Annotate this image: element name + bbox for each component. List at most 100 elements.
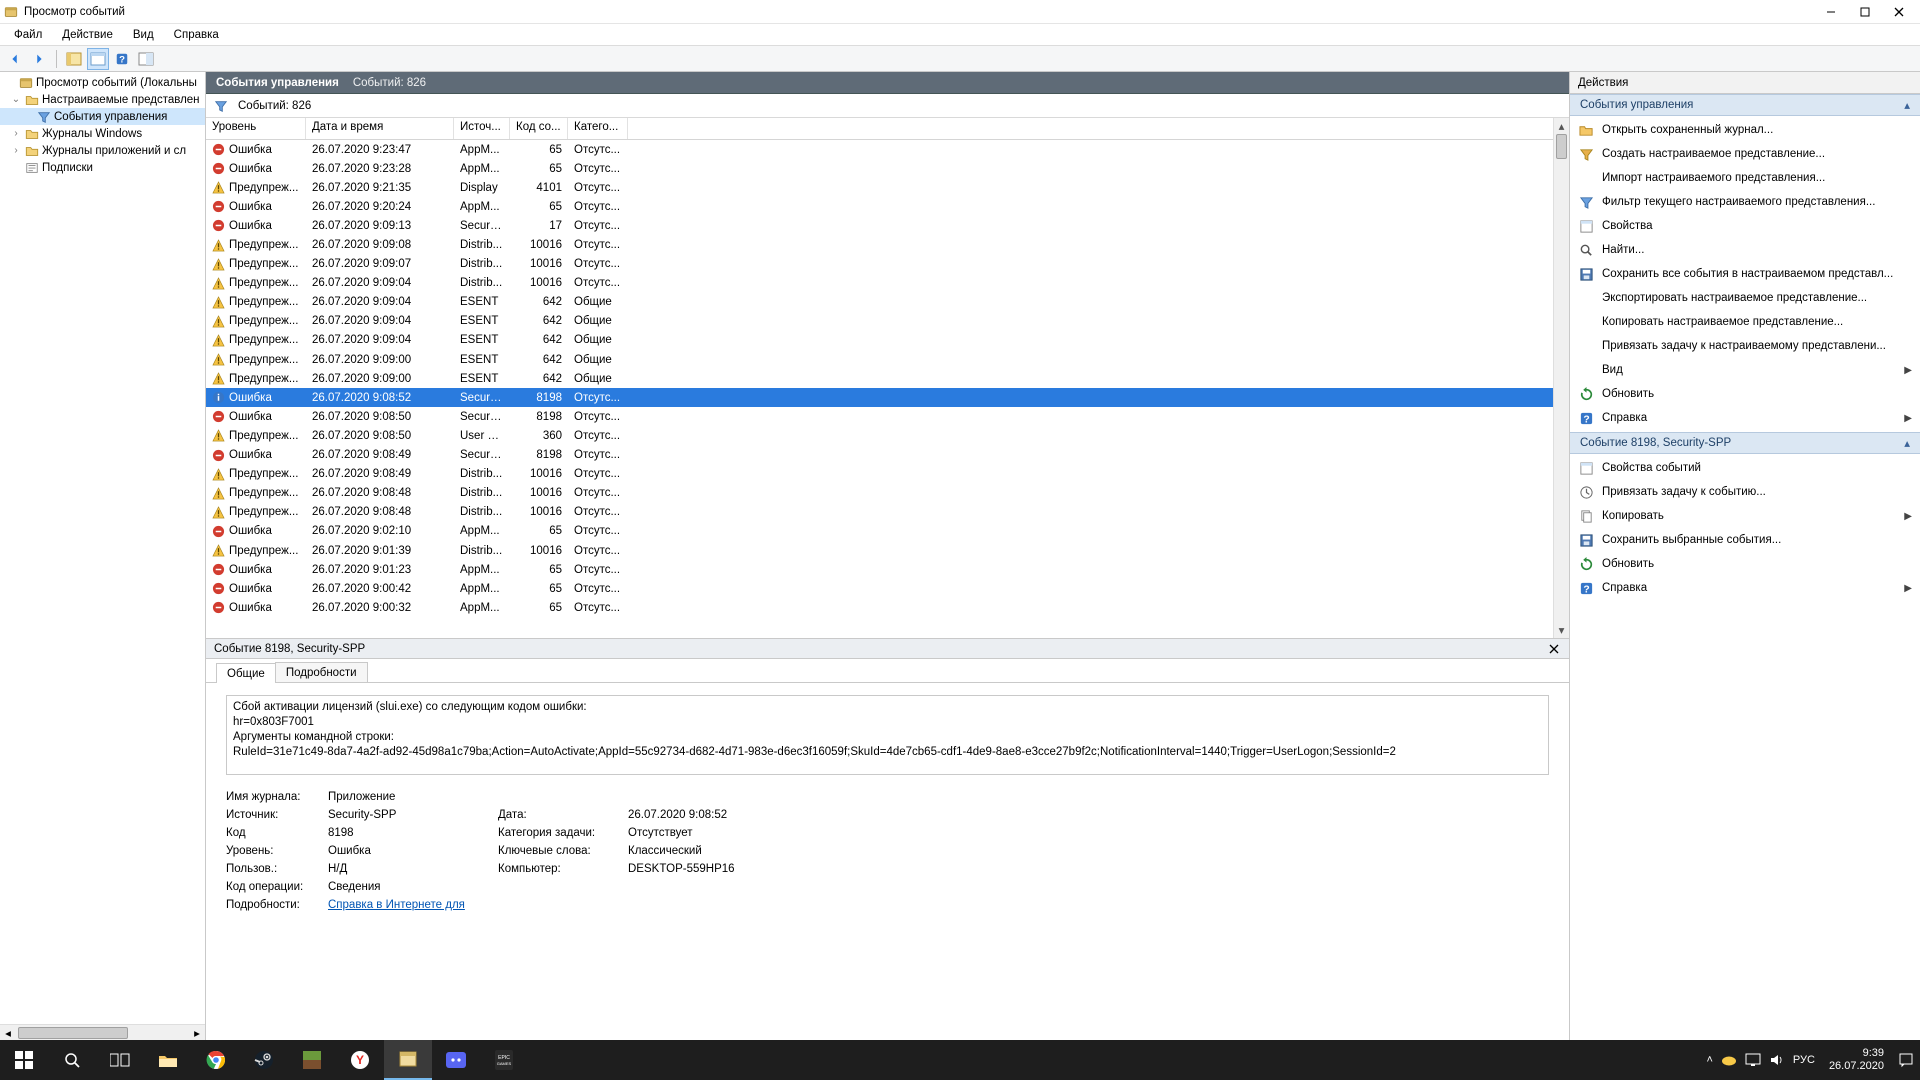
tree-admin-events[interactable]: События управления bbox=[0, 108, 205, 125]
table-row[interactable]: Предупреж...26.07.2020 9:08:48Distrib...… bbox=[206, 484, 1553, 503]
start-button[interactable] bbox=[0, 1040, 48, 1080]
detail-close-button[interactable] bbox=[1547, 642, 1561, 656]
table-row[interactable]: Предупреж...26.07.2020 9:08:49Distrib...… bbox=[206, 465, 1553, 484]
scroll-thumb[interactable] bbox=[1556, 134, 1567, 159]
twisty-icon[interactable]: › bbox=[10, 145, 22, 156]
scroll-right-button[interactable]: ▸ bbox=[189, 1026, 205, 1040]
col-source[interactable]: Источ... bbox=[454, 118, 510, 139]
action-item[interactable]: Справка▶ bbox=[1570, 406, 1920, 430]
collapse-icon[interactable]: ▴ bbox=[1904, 436, 1910, 450]
scroll-thumb[interactable] bbox=[18, 1027, 128, 1039]
table-row[interactable]: Ошибка26.07.2020 9:20:24AppM...65Отсутс.… bbox=[206, 197, 1553, 216]
action-item[interactable]: Импорт настраиваемого представления... bbox=[1570, 166, 1920, 190]
notifications-icon[interactable] bbox=[1898, 1052, 1914, 1068]
tree-subscriptions[interactable]: Подписки bbox=[0, 159, 205, 176]
table-row[interactable]: Ошибка26.07.2020 9:02:10AppM...65Отсутс.… bbox=[206, 522, 1553, 541]
action-item[interactable]: Обновить bbox=[1570, 552, 1920, 576]
tab-details[interactable]: Подробности bbox=[275, 662, 368, 682]
action-item[interactable]: Свойства bbox=[1570, 214, 1920, 238]
menu-help[interactable]: Справка bbox=[166, 27, 227, 43]
table-row[interactable]: Предупреж...26.07.2020 9:01:39Distrib...… bbox=[206, 541, 1553, 560]
action-item[interactable]: Справка▶ bbox=[1570, 576, 1920, 600]
action-item[interactable]: Экспортировать настраиваемое представлен… bbox=[1570, 286, 1920, 310]
table-row[interactable]: Ошибка26.07.2020 9:00:32AppM...65Отсутс.… bbox=[206, 598, 1553, 617]
action-item[interactable]: Обновить bbox=[1570, 382, 1920, 406]
events-table[interactable]: Уровень Дата и время Источ... Код со... … bbox=[206, 118, 1553, 638]
action-item[interactable]: Создать настраиваемое представление... bbox=[1570, 142, 1920, 166]
events-v-scrollbar[interactable]: ▴ ▾ bbox=[1553, 118, 1569, 638]
table-row[interactable]: Предупреж...26.07.2020 9:09:07Distrib...… bbox=[206, 255, 1553, 274]
tree-windows-logs[interactable]: › Журналы Windows bbox=[0, 125, 205, 142]
table-row[interactable]: Ошибка26.07.2020 9:08:50Securit...8198От… bbox=[206, 407, 1553, 426]
twisty-icon[interactable]: ⌄ bbox=[10, 94, 22, 105]
volume-icon[interactable] bbox=[1769, 1053, 1785, 1067]
language-indicator[interactable]: РУС bbox=[1793, 1054, 1815, 1066]
network-icon[interactable] bbox=[1745, 1053, 1761, 1067]
maximize-button[interactable] bbox=[1848, 0, 1882, 24]
tray-chevron-icon[interactable]: ˄ bbox=[1706, 1054, 1712, 1066]
tree-apps-logs[interactable]: › Журналы приложений и сл bbox=[0, 142, 205, 159]
collapse-icon[interactable]: ▴ bbox=[1904, 98, 1910, 112]
steam-button[interactable] bbox=[240, 1040, 288, 1080]
col-code[interactable]: Код со... bbox=[510, 118, 568, 139]
col-category[interactable]: Катего... bbox=[568, 118, 628, 139]
action-item[interactable]: Копировать▶ bbox=[1570, 504, 1920, 528]
tree-h-scrollbar[interactable]: ◂ ▸ bbox=[0, 1024, 205, 1040]
table-row[interactable]: Ошибка26.07.2020 9:23:28AppM...65Отсутс.… bbox=[206, 159, 1553, 178]
table-row[interactable]: Ошибка26.07.2020 9:08:52Securit...8198От… bbox=[206, 388, 1553, 407]
chrome-button[interactable] bbox=[192, 1040, 240, 1080]
table-row[interactable]: Предупреж...26.07.2020 9:21:35Display410… bbox=[206, 178, 1553, 197]
action-item[interactable]: Копировать настраиваемое представление..… bbox=[1570, 310, 1920, 334]
explorer-button[interactable] bbox=[144, 1040, 192, 1080]
table-row[interactable]: Предупреж...26.07.2020 9:09:04ESENT642Об… bbox=[206, 312, 1553, 331]
scroll-up-button[interactable]: ▴ bbox=[1554, 118, 1569, 134]
table-row[interactable]: Предупреж...26.07.2020 9:08:50User D...3… bbox=[206, 426, 1553, 445]
detail-help-link[interactable]: Справка в Интернете для bbox=[328, 899, 465, 911]
task-view-button[interactable] bbox=[96, 1040, 144, 1080]
epic-games-button[interactable]: EPICGAMES bbox=[480, 1040, 528, 1080]
toolbar-extra-button[interactable] bbox=[135, 48, 157, 70]
table-row[interactable]: Предупреж...26.07.2020 9:09:04ESENT642Об… bbox=[206, 331, 1553, 350]
table-row[interactable]: Ошибка26.07.2020 9:00:42AppM...65Отсутс.… bbox=[206, 579, 1553, 598]
action-item[interactable]: Фильтр текущего настраиваемого представл… bbox=[1570, 190, 1920, 214]
action-item[interactable]: Сохранить выбранные события... bbox=[1570, 528, 1920, 552]
twisty-icon[interactable]: › bbox=[10, 128, 22, 139]
scroll-down-button[interactable]: ▾ bbox=[1554, 622, 1569, 638]
eventviewer-taskbar-button[interactable] bbox=[384, 1040, 432, 1080]
menu-view[interactable]: Вид bbox=[125, 27, 162, 43]
action-item[interactable]: Вид▶ bbox=[1570, 358, 1920, 382]
table-row[interactable]: Предупреж...26.07.2020 9:09:00ESENT642Об… bbox=[206, 350, 1553, 369]
discord-button[interactable] bbox=[432, 1040, 480, 1080]
action-item[interactable]: Сохранить все события в настраиваемом пр… bbox=[1570, 262, 1920, 286]
toolbar-help-button[interactable] bbox=[111, 48, 133, 70]
menu-file[interactable]: Файл bbox=[6, 27, 50, 43]
toolbar-view-button[interactable] bbox=[87, 48, 109, 70]
tab-general[interactable]: Общие bbox=[216, 663, 276, 683]
col-date[interactable]: Дата и время bbox=[306, 118, 454, 139]
table-row[interactable]: Предупреж...26.07.2020 9:09:08Distrib...… bbox=[206, 235, 1553, 254]
menu-action[interactable]: Действие bbox=[54, 27, 121, 43]
minecraft-button[interactable] bbox=[288, 1040, 336, 1080]
table-row[interactable]: Предупреж...26.07.2020 9:09:04Distrib...… bbox=[206, 274, 1553, 293]
toolbar-show-tree-button[interactable] bbox=[63, 48, 85, 70]
table-row[interactable]: Ошибка26.07.2020 9:08:49Securit...8198От… bbox=[206, 446, 1553, 465]
tree-custom-views[interactable]: ⌄ Настраиваемые представлен bbox=[0, 91, 205, 108]
yandex-button[interactable]: Y bbox=[336, 1040, 384, 1080]
tree-root[interactable]: Просмотр событий (Локальны bbox=[0, 74, 205, 91]
table-row[interactable]: Предупреж...26.07.2020 9:08:48Distrib...… bbox=[206, 503, 1553, 522]
detail-text[interactable]: Сбой активации лицензий (slui.exe) со сл… bbox=[226, 695, 1549, 775]
back-button[interactable] bbox=[4, 48, 26, 70]
table-row[interactable]: Ошибка26.07.2020 9:23:47AppM...65Отсутс.… bbox=[206, 140, 1553, 159]
col-level[interactable]: Уровень bbox=[206, 118, 306, 139]
table-row[interactable]: Предупреж...26.07.2020 9:09:00ESENT642Об… bbox=[206, 369, 1553, 388]
search-button[interactable] bbox=[48, 1040, 96, 1080]
table-row[interactable]: Предупреж...26.07.2020 9:09:04ESENT642Об… bbox=[206, 293, 1553, 312]
table-row[interactable]: Ошибка26.07.2020 9:01:23AppM...65Отсутс.… bbox=[206, 560, 1553, 579]
onedrive-icon[interactable] bbox=[1721, 1054, 1737, 1066]
minimize-button[interactable] bbox=[1814, 0, 1848, 24]
action-item[interactable]: Открыть сохраненный журнал... bbox=[1570, 118, 1920, 142]
forward-button[interactable] bbox=[28, 48, 50, 70]
scroll-left-button[interactable]: ◂ bbox=[0, 1026, 16, 1040]
clock[interactable]: 9:39 26.07.2020 bbox=[1823, 1047, 1890, 1073]
action-item[interactable]: Найти... bbox=[1570, 238, 1920, 262]
